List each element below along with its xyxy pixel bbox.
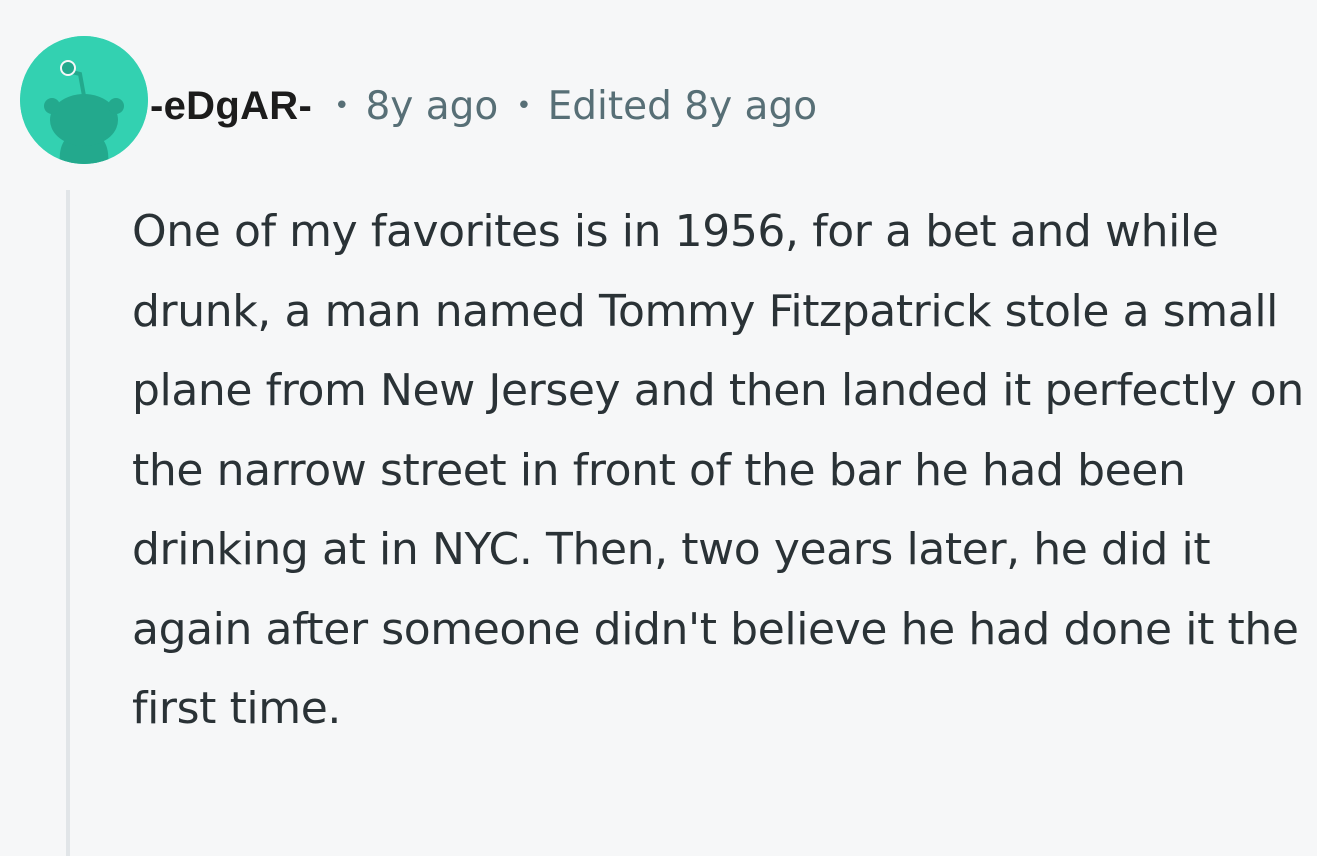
comment-meta: -eDgAR- • 8y ago • Edited 8y ago bbox=[150, 78, 817, 134]
user-avatar[interactable] bbox=[20, 36, 148, 164]
comment: -eDgAR- • 8y ago • Edited 8y ago One of … bbox=[0, 0, 1317, 856]
comment-body: One of my favorites is in 1956, for a be… bbox=[132, 206, 1304, 734]
meta-separator: • bbox=[516, 91, 532, 121]
posted-time[interactable]: 8y ago bbox=[365, 84, 498, 129]
edited-time: Edited 8y ago bbox=[547, 83, 818, 129]
meta-separator: • bbox=[334, 91, 350, 121]
thread-line[interactable] bbox=[66, 190, 70, 856]
author-username[interactable]: -eDgAR- bbox=[150, 84, 312, 129]
reddit-snoo-avatar-icon bbox=[20, 36, 148, 164]
